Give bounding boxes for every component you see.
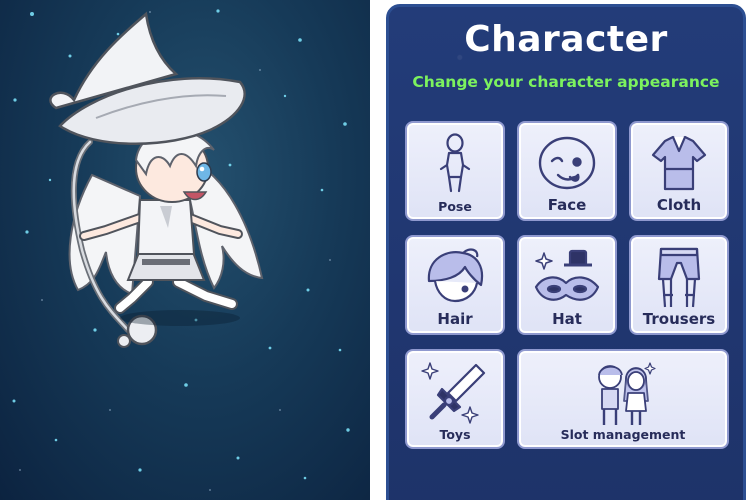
- panel-divider: [370, 0, 382, 500]
- slot-management-button[interactable]: Slot management: [517, 349, 729, 449]
- toys-button[interactable]: Toys: [405, 349, 505, 449]
- trousers-icon: [657, 247, 701, 308]
- trousers-label: Trousers: [642, 310, 716, 328]
- panel-subtitle: Change your character appearance: [412, 73, 720, 91]
- face-icon: [538, 136, 596, 190]
- face-label: Face: [547, 196, 587, 214]
- hair-button[interactable]: Hair: [405, 235, 505, 335]
- cloth-label: Cloth: [656, 196, 702, 214]
- trousers-button[interactable]: Trousers: [629, 235, 729, 335]
- hair-icon: [427, 248, 484, 303]
- top-hat-mask-icon: [534, 249, 600, 301]
- pose-label: Pose: [438, 199, 472, 214]
- slot-management-label: Slot management: [560, 427, 686, 442]
- body-silhouette-icon: [439, 133, 471, 193]
- hair-label: Hair: [437, 310, 473, 328]
- panel-title: Character: [464, 19, 668, 60]
- hat-button[interactable]: Hat: [517, 235, 617, 335]
- sword-icon: [421, 362, 486, 424]
- character-panel: Character Change your character appearan…: [382, 0, 750, 500]
- character-pair-icon: [598, 362, 656, 425]
- character-preview-scene: [0, 0, 370, 500]
- hat-label: Hat: [552, 310, 582, 328]
- face-button[interactable]: Face: [517, 121, 617, 221]
- toys-label: Toys: [439, 427, 471, 442]
- shirt-icon: [651, 135, 707, 191]
- character-panel-frame: Character Change your character appearan…: [386, 4, 746, 500]
- cloth-button[interactable]: Cloth: [629, 121, 729, 221]
- pose-button[interactable]: Pose: [405, 121, 505, 221]
- character-avatar: [49, 11, 264, 348]
